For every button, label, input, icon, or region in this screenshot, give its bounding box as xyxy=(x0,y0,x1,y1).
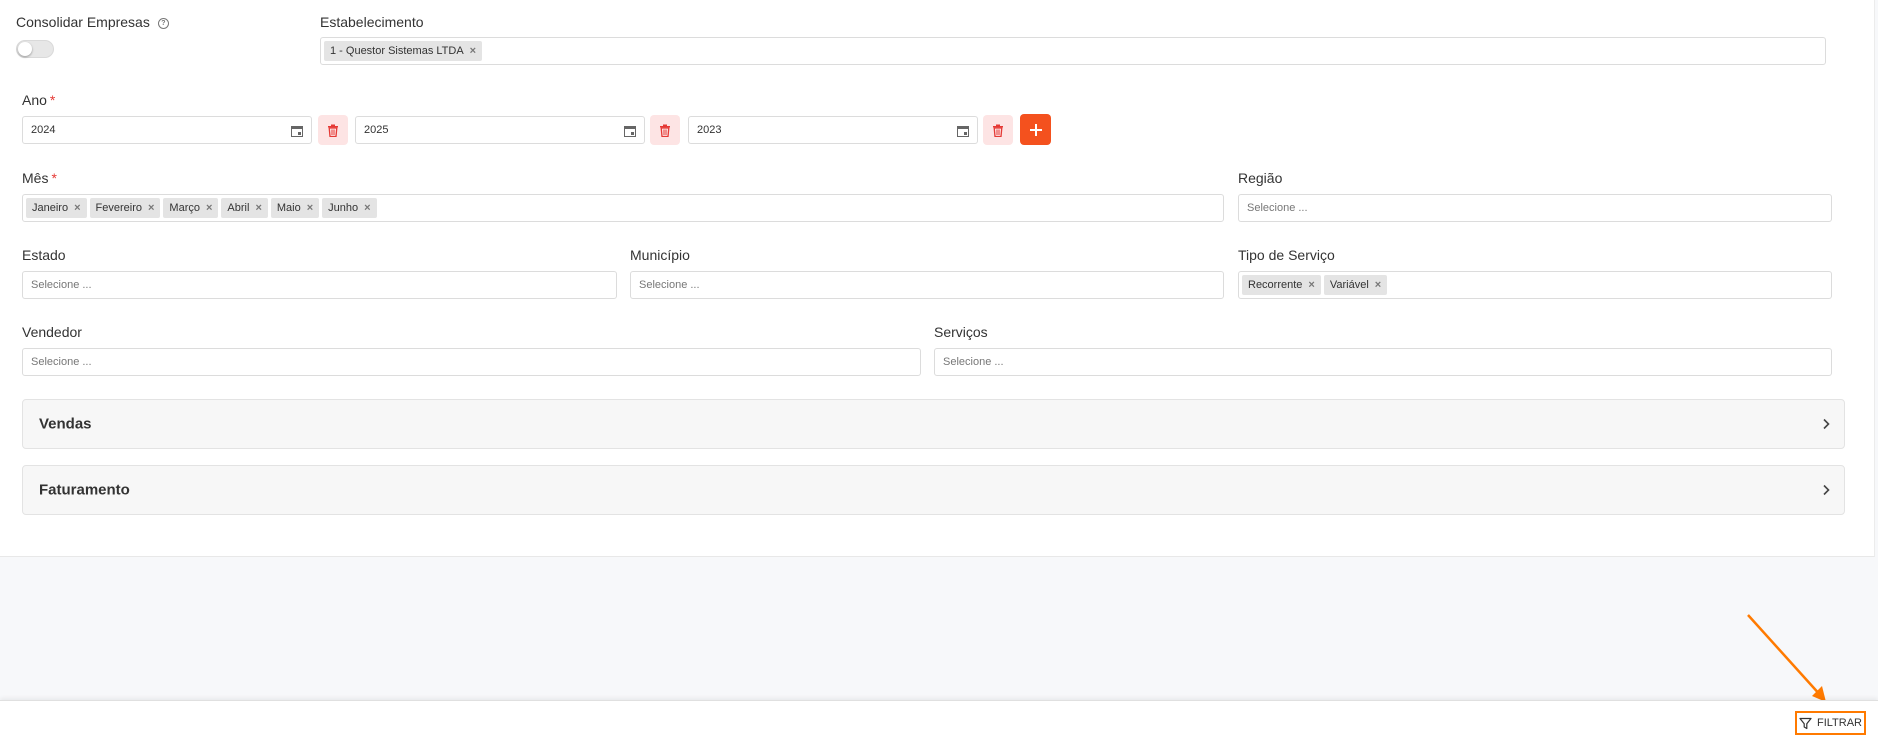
mes-chip: Fevereiro × xyxy=(89,198,161,218)
delete-ano-button-3[interactable] xyxy=(983,115,1013,145)
annotation-arrow-icon xyxy=(1747,614,1826,702)
estado-select[interactable]: Selecione ... xyxy=(22,271,617,299)
chip-label: Fevereiro xyxy=(95,202,142,214)
chip-label: Recorrente xyxy=(1248,279,1303,291)
filter-panel: Consolidar Empresas? Estabelecimento 1 -… xyxy=(0,0,1875,557)
filter-icon xyxy=(1799,717,1812,729)
chip-label: Maio xyxy=(276,202,301,214)
servicos-placeholder: Selecione ... xyxy=(943,356,1004,368)
toggle-knob xyxy=(18,42,32,56)
chip-remove-icon[interactable]: × xyxy=(470,41,476,61)
ano-label: Ano * xyxy=(22,92,55,108)
municipio-select[interactable]: Selecione ... xyxy=(630,271,1224,299)
accordion-title: Faturamento xyxy=(39,481,130,499)
chip-remove-icon[interactable]: × xyxy=(307,198,313,218)
chevron-right-icon xyxy=(1823,484,1830,496)
regiao-select[interactable]: Selecione ... xyxy=(1238,194,1832,222)
chevron-right-icon xyxy=(1823,418,1830,430)
filtrar-label: FILTRAR xyxy=(1816,717,1863,729)
mes-chip: Janeiro × xyxy=(26,198,87,218)
calendar-icon[interactable] xyxy=(624,125,636,137)
ano-date-input-1[interactable]: 2024 xyxy=(22,116,312,144)
mes-chip: Maio × xyxy=(270,198,320,218)
calendar-icon[interactable] xyxy=(291,125,303,137)
mes-label: Mês * xyxy=(22,170,57,186)
tipo-servico-select[interactable]: Recorrente × Variável × xyxy=(1238,271,1832,299)
municipio-placeholder: Selecione ... xyxy=(639,279,700,291)
chip-remove-icon[interactable]: × xyxy=(255,198,261,218)
ano-date-value: 2025 xyxy=(364,124,389,136)
mes-chip: Junho × xyxy=(322,198,377,218)
tipo-servico-label: Tipo de Serviço xyxy=(1238,247,1335,263)
regiao-placeholder: Selecione ... xyxy=(1247,202,1308,214)
chip-remove-icon[interactable]: × xyxy=(148,198,154,218)
consolidar-label-text: Consolidar Empresas xyxy=(16,14,150,30)
consolidar-label: Consolidar Empresas? xyxy=(16,14,169,30)
mes-chip: Março × xyxy=(163,198,219,218)
chip-remove-icon[interactable]: × xyxy=(206,198,212,218)
chip-label: Janeiro xyxy=(32,202,69,214)
estado-label: Estado xyxy=(22,247,66,263)
consolidar-toggle[interactable] xyxy=(16,40,54,58)
accordion-vendas[interactable]: Vendas xyxy=(22,399,1845,449)
trash-icon xyxy=(660,124,670,137)
ano-date-input-3[interactable]: 2023 xyxy=(688,116,978,144)
tipo-servico-chip: Recorrente × xyxy=(1242,275,1321,295)
mes-chip: Abril × xyxy=(221,198,268,218)
required-mark: * xyxy=(49,92,56,108)
tipo-servico-chip: Variável × xyxy=(1323,275,1388,295)
accordion-title: Vendas xyxy=(39,415,92,433)
calendar-icon[interactable] xyxy=(957,125,969,137)
servicos-select[interactable]: Selecione ... xyxy=(934,348,1832,376)
accordion-faturamento[interactable]: Faturamento xyxy=(22,465,1845,515)
delete-ano-button-1[interactable] xyxy=(318,115,348,145)
chip-remove-icon[interactable]: × xyxy=(74,198,80,218)
chip-label: 1 - Questor Sistemas LTDA xyxy=(330,45,464,57)
municipio-label: Município xyxy=(630,247,690,263)
mes-label-text: Mês xyxy=(22,170,49,186)
servicos-label: Serviços xyxy=(934,324,988,340)
ano-date-value: 2023 xyxy=(697,124,722,136)
add-ano-button[interactable] xyxy=(1020,114,1051,145)
plus-icon xyxy=(1029,123,1042,136)
estado-placeholder: Selecione ... xyxy=(31,279,92,291)
trash-icon xyxy=(328,124,338,137)
estabelecimento-chip: 1 - Questor Sistemas LTDA × xyxy=(324,41,483,61)
ano-date-input-2[interactable]: 2025 xyxy=(355,116,645,144)
regiao-label: Região xyxy=(1238,170,1283,186)
estabelecimento-label: Estabelecimento xyxy=(320,14,424,30)
bottom-action-bar xyxy=(0,700,1878,743)
trash-icon xyxy=(993,124,1003,137)
mes-select[interactable]: Janeiro × Fevereiro × Março × Abril × Maio × … xyxy=(22,194,1224,222)
vendedor-label: Vendedor xyxy=(22,324,82,340)
delete-ano-button-2[interactable] xyxy=(650,115,680,145)
required-mark: * xyxy=(51,170,57,186)
chip-label: Março xyxy=(169,202,200,214)
chip-remove-icon[interactable]: × xyxy=(1308,275,1314,295)
chip-remove-icon[interactable]: × xyxy=(1375,275,1381,295)
help-circle-icon[interactable]: ? xyxy=(157,18,169,29)
ano-label-text: Ano xyxy=(22,92,47,108)
chip-label: Junho xyxy=(328,202,359,214)
chip-label: Abril xyxy=(227,202,250,214)
chip-remove-icon[interactable]: × xyxy=(364,198,370,218)
estabelecimento-select[interactable]: 1 - Questor Sistemas LTDA × xyxy=(320,37,1826,65)
vendedor-placeholder: Selecione ... xyxy=(31,356,92,368)
filtrar-button[interactable]: FILTRAR xyxy=(1795,711,1866,735)
vendedor-select[interactable]: Selecione ... xyxy=(22,348,921,376)
chip-label: Variável xyxy=(1329,279,1369,291)
ano-date-value: 2024 xyxy=(31,124,56,136)
